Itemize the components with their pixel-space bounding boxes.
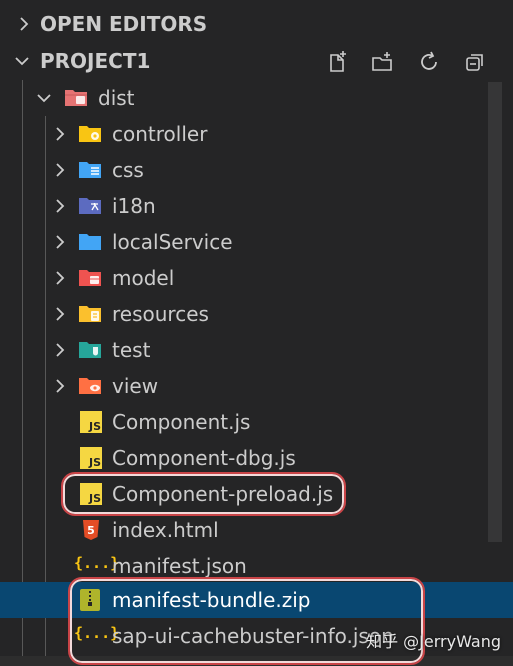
open-editors-title: OPEN EDITORS bbox=[40, 12, 208, 36]
tree-item-label: Component.js bbox=[112, 410, 251, 434]
tree-folder-dist[interactable]: dist bbox=[0, 80, 513, 116]
explorer-toolbar bbox=[321, 46, 491, 78]
js-file-icon: JS bbox=[80, 447, 102, 469]
chevron-right-icon bbox=[50, 268, 70, 288]
tree-item-label: dist bbox=[98, 86, 135, 110]
chevron-right-icon bbox=[50, 304, 70, 324]
tree-folder-i18n[interactable]: i18n bbox=[0, 188, 513, 224]
tree-folder-test[interactable]: test bbox=[0, 332, 513, 368]
chevron-right-icon bbox=[50, 124, 70, 144]
folder-view-icon bbox=[78, 375, 102, 397]
folder-icon bbox=[78, 231, 102, 253]
chevron-right-icon bbox=[50, 340, 70, 360]
collapse-all-icon[interactable] bbox=[459, 46, 491, 78]
folder-resources-icon bbox=[78, 303, 102, 325]
js-file-icon: JS bbox=[80, 411, 102, 433]
chevron-right-icon bbox=[50, 160, 70, 180]
highlight-box-preload bbox=[61, 472, 346, 516]
tree-item-label: resources bbox=[112, 302, 209, 326]
html-file-icon: 5 bbox=[80, 519, 104, 541]
tree-file-component-js[interactable]: JS Component.js bbox=[0, 404, 513, 440]
tree-item-label: model bbox=[112, 266, 175, 290]
tree-item-label: manifest.json bbox=[112, 554, 247, 578]
new-file-icon[interactable] bbox=[321, 46, 353, 78]
folder-dist-icon bbox=[64, 87, 88, 109]
tree-item-label: index.html bbox=[112, 518, 219, 542]
open-editors-section-header[interactable]: OPEN EDITORS bbox=[0, 6, 513, 42]
tree-folder-resources[interactable]: resources bbox=[0, 296, 513, 332]
tree-folder-view[interactable]: view bbox=[0, 368, 513, 404]
tree-folder-model[interactable]: model bbox=[0, 260, 513, 296]
tree-folder-controller[interactable]: controller bbox=[0, 116, 513, 152]
chevron-right-icon bbox=[50, 376, 70, 396]
tree-item-label: localService bbox=[112, 230, 233, 254]
chevron-down-icon bbox=[12, 51, 32, 71]
folder-model-icon bbox=[78, 267, 102, 289]
chevron-down-icon bbox=[34, 88, 54, 108]
tree-file-index-html[interactable]: 5 index.html bbox=[0, 512, 513, 548]
json-file-icon: {...} bbox=[74, 554, 120, 572]
folder-i18n-icon bbox=[78, 195, 102, 217]
tree-item-label: css bbox=[112, 158, 144, 182]
folder-css-icon bbox=[78, 159, 102, 181]
refresh-icon[interactable] bbox=[413, 46, 445, 78]
tree-item-label: controller bbox=[112, 122, 208, 146]
project-title: PROJECT1 bbox=[40, 49, 151, 73]
chevron-right-icon bbox=[50, 232, 70, 252]
tree-folder-localservice[interactable]: localService bbox=[0, 224, 513, 260]
tree-item-label: view bbox=[112, 374, 159, 398]
new-folder-icon[interactable] bbox=[367, 46, 399, 78]
watermark: 知乎 @JerryWang bbox=[366, 632, 501, 651]
tree-item-label: i18n bbox=[112, 194, 156, 218]
chevron-right-icon bbox=[14, 14, 34, 34]
svg-text:5: 5 bbox=[87, 524, 95, 537]
tree-file-component-dbg-js[interactable]: JS Component-dbg.js bbox=[0, 440, 513, 476]
folder-controller-icon bbox=[78, 123, 102, 145]
chevron-right-icon bbox=[50, 196, 70, 216]
tree-item-label: Component-dbg.js bbox=[112, 446, 296, 470]
tree-item-label: test bbox=[112, 338, 151, 362]
folder-test-icon bbox=[78, 339, 102, 361]
tree-folder-css[interactable]: css bbox=[0, 152, 513, 188]
